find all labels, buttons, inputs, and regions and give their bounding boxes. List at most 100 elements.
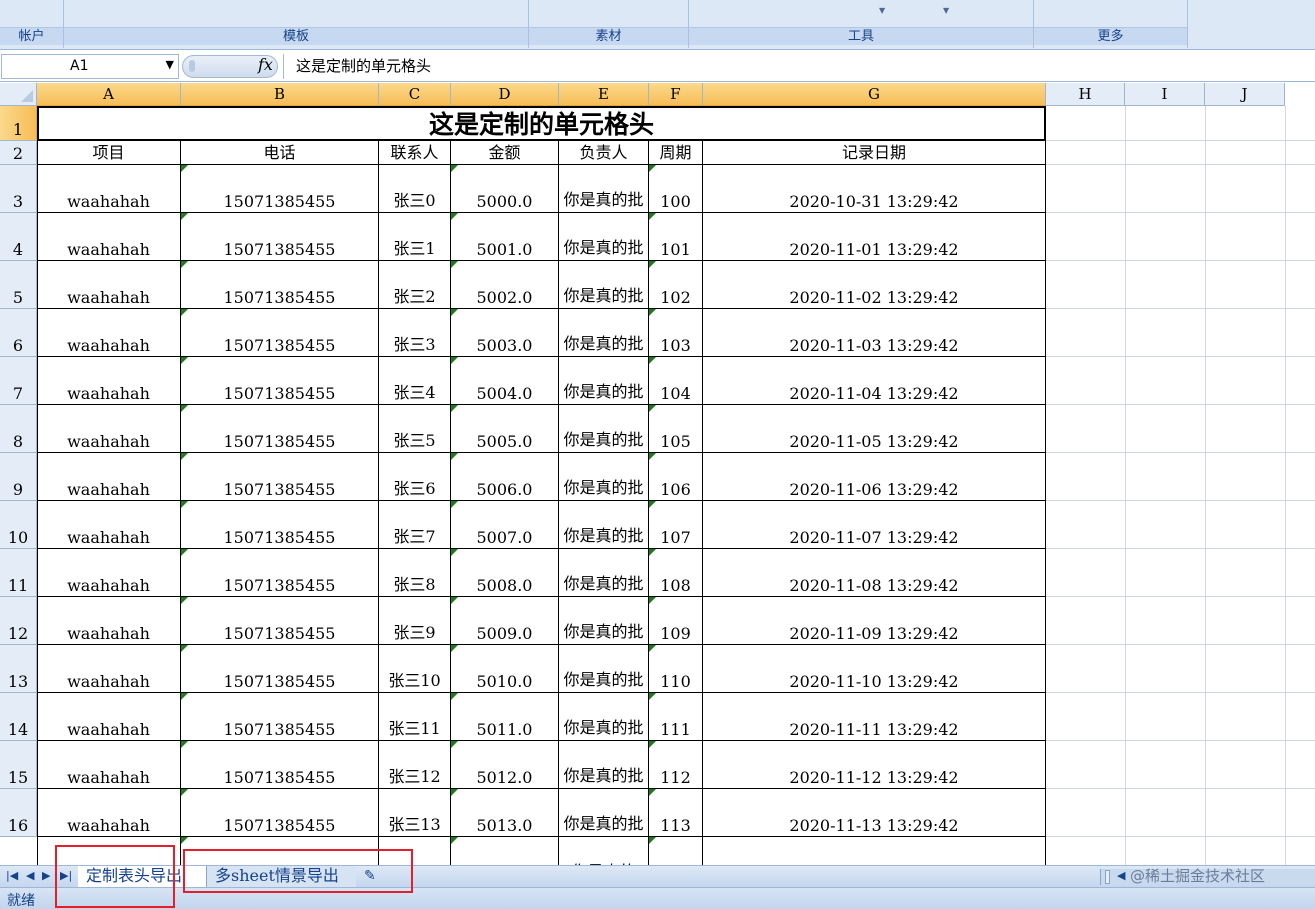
ribbon-group-templates[interactable]: 模板 [64, 0, 529, 48]
data-cell[interactable]: 5012.0 [451, 741, 559, 789]
data-cell[interactable]: 15071385455 [181, 405, 379, 453]
column-header-b[interactable]: B [181, 83, 379, 106]
data-cell[interactable]: 15071385455 [181, 741, 379, 789]
data-cell[interactable]: 2020-11-08 13:29:42 [703, 549, 1046, 597]
scroll-split-handle[interactable] [1105, 870, 1110, 884]
ribbon-group-account[interactable]: 帐户 [0, 0, 64, 48]
data-cell[interactable]: 15071385455 [181, 789, 379, 837]
data-cell[interactable]: 15071385455 [181, 501, 379, 549]
data-cell[interactable]: 2020-11-12 13:29:42 [703, 741, 1046, 789]
data-cell[interactable] [451, 837, 559, 865]
data-cell[interactable]: 2020-11-01 13:29:42 [703, 213, 1046, 261]
data-cell[interactable]: 你是真的批 [559, 789, 649, 837]
data-cell[interactable]: 108 [649, 549, 703, 597]
data-cell[interactable]: waahahah [37, 597, 181, 645]
data-cell[interactable]: 5013.0 [451, 789, 559, 837]
data-cell[interactable]: waahahah [37, 693, 181, 741]
data-cell[interactable]: 张三10 [379, 645, 451, 693]
data-cell[interactable]: 你是真的批 [559, 357, 649, 405]
column-header-g[interactable]: G [703, 83, 1046, 106]
column-header-i[interactable]: I [1125, 83, 1205, 106]
data-cell[interactable]: 张三2 [379, 261, 451, 309]
insert-function-icon[interactable]: fx [258, 55, 273, 74]
row-header-9[interactable]: 9 [0, 453, 37, 501]
ribbon-group-materials[interactable]: 素材 [529, 0, 689, 48]
row-header-4[interactable]: 4 [0, 213, 37, 261]
data-cell[interactable]: 102 [649, 261, 703, 309]
row-header-7[interactable]: 7 [0, 357, 37, 405]
data-cell[interactable]: 113 [649, 789, 703, 837]
data-cell[interactable]: waahahah [37, 789, 181, 837]
chevron-down-icon[interactable]: ▼ [166, 58, 174, 71]
data-cell[interactable]: 5003.0 [451, 309, 559, 357]
column-header-f[interactable]: F [649, 83, 703, 106]
data-cell[interactable]: 张三4 [379, 357, 451, 405]
ribbon-group-more[interactable]: 更多 [1034, 0, 1188, 48]
data-cell[interactable]: 2020-11-05 13:29:42 [703, 405, 1046, 453]
data-cell[interactable]: 101 [649, 213, 703, 261]
data-cell[interactable]: 5010.0 [451, 645, 559, 693]
data-cell[interactable]: 张三1 [379, 213, 451, 261]
data-cell[interactable]: 2020-11-04 13:29:42 [703, 357, 1046, 405]
data-cell[interactable]: 15071385455 [181, 309, 379, 357]
header-cell-date[interactable]: 记录日期 [703, 141, 1046, 165]
data-cell[interactable]: 15071385455 [181, 693, 379, 741]
column-header-a[interactable]: A [37, 83, 181, 106]
formula-input[interactable]: 这是定制的单元格头 [283, 54, 1313, 79]
data-cell[interactable]: 111 [649, 693, 703, 741]
row-header-3[interactable]: 3 [0, 165, 37, 213]
row-header-10[interactable]: 10 [0, 501, 37, 549]
row-header-13[interactable]: 13 [0, 645, 37, 693]
data-cell[interactable]: 5002.0 [451, 261, 559, 309]
data-cell[interactable]: waahahah [37, 501, 181, 549]
select-all-corner[interactable] [0, 83, 37, 106]
prev-sheet-icon[interactable]: ◀ [26, 869, 34, 882]
row-header-6[interactable]: 6 [0, 309, 37, 357]
data-cell[interactable]: 112 [649, 741, 703, 789]
data-cell[interactable]: 5006.0 [451, 453, 559, 501]
data-cell[interactable]: 15071385455 [181, 357, 379, 405]
data-cell[interactable]: 107 [649, 501, 703, 549]
data-cell[interactable]: 张三0 [379, 165, 451, 213]
data-cell[interactable]: 张三11 [379, 693, 451, 741]
data-cell[interactable]: 张三7 [379, 501, 451, 549]
data-cell[interactable] [649, 837, 703, 865]
header-cell-project[interactable]: 项目 [37, 141, 181, 165]
data-cell[interactable]: 张三5 [379, 405, 451, 453]
next-sheet-icon[interactable]: ▶ [42, 869, 50, 882]
data-cell[interactable]: 你是真的批 [559, 453, 649, 501]
data-cell[interactable]: 5008.0 [451, 549, 559, 597]
data-cell[interactable]: 2020-10-31 13:29:42 [703, 165, 1046, 213]
data-cell[interactable]: 你是真的批 [559, 309, 649, 357]
data-cell[interactable]: 103 [649, 309, 703, 357]
dropdown-arrow-icon[interactable]: ▼ [943, 6, 949, 15]
data-cell[interactable]: 张三6 [379, 453, 451, 501]
data-cell[interactable]: 你是真的 [559, 837, 649, 865]
row-header-12[interactable]: 12 [0, 597, 37, 645]
data-cell[interactable]: 2020-11-03 13:29:42 [703, 309, 1046, 357]
header-cell-owner[interactable]: 负责人 [559, 141, 649, 165]
data-cell[interactable]: waahahah [37, 549, 181, 597]
row-header-16[interactable]: 16 [0, 789, 37, 837]
data-cell[interactable]: 2020-11-11 13:29:42 [703, 693, 1046, 741]
data-cell[interactable]: 109 [649, 597, 703, 645]
data-cell[interactable]: waahahah [37, 357, 181, 405]
data-cell[interactable]: 15071385455 [181, 597, 379, 645]
column-header-d[interactable]: D [451, 83, 559, 106]
data-cell[interactable]: 100 [649, 165, 703, 213]
header-cell-amount[interactable]: 金额 [451, 141, 559, 165]
data-cell[interactable]: 104 [649, 357, 703, 405]
data-cell[interactable]: waahahah [37, 645, 181, 693]
row-header-2[interactable]: 2 [0, 141, 37, 165]
data-cell[interactable]: 15071385455 [181, 213, 379, 261]
data-cell[interactable]: 张三8 [379, 549, 451, 597]
data-cell[interactable]: waahahah [37, 309, 181, 357]
data-cell[interactable] [703, 837, 1046, 865]
data-cell[interactable]: waahahah [37, 213, 181, 261]
data-cell[interactable]: 5000.0 [451, 165, 559, 213]
data-cell[interactable]: 15071385455 [181, 645, 379, 693]
data-cell[interactable]: 你是真的批 [559, 501, 649, 549]
data-cell[interactable]: 2020-11-06 13:29:42 [703, 453, 1046, 501]
data-cell[interactable]: waahahah [37, 453, 181, 501]
data-cell[interactable]: 你是真的批 [559, 261, 649, 309]
